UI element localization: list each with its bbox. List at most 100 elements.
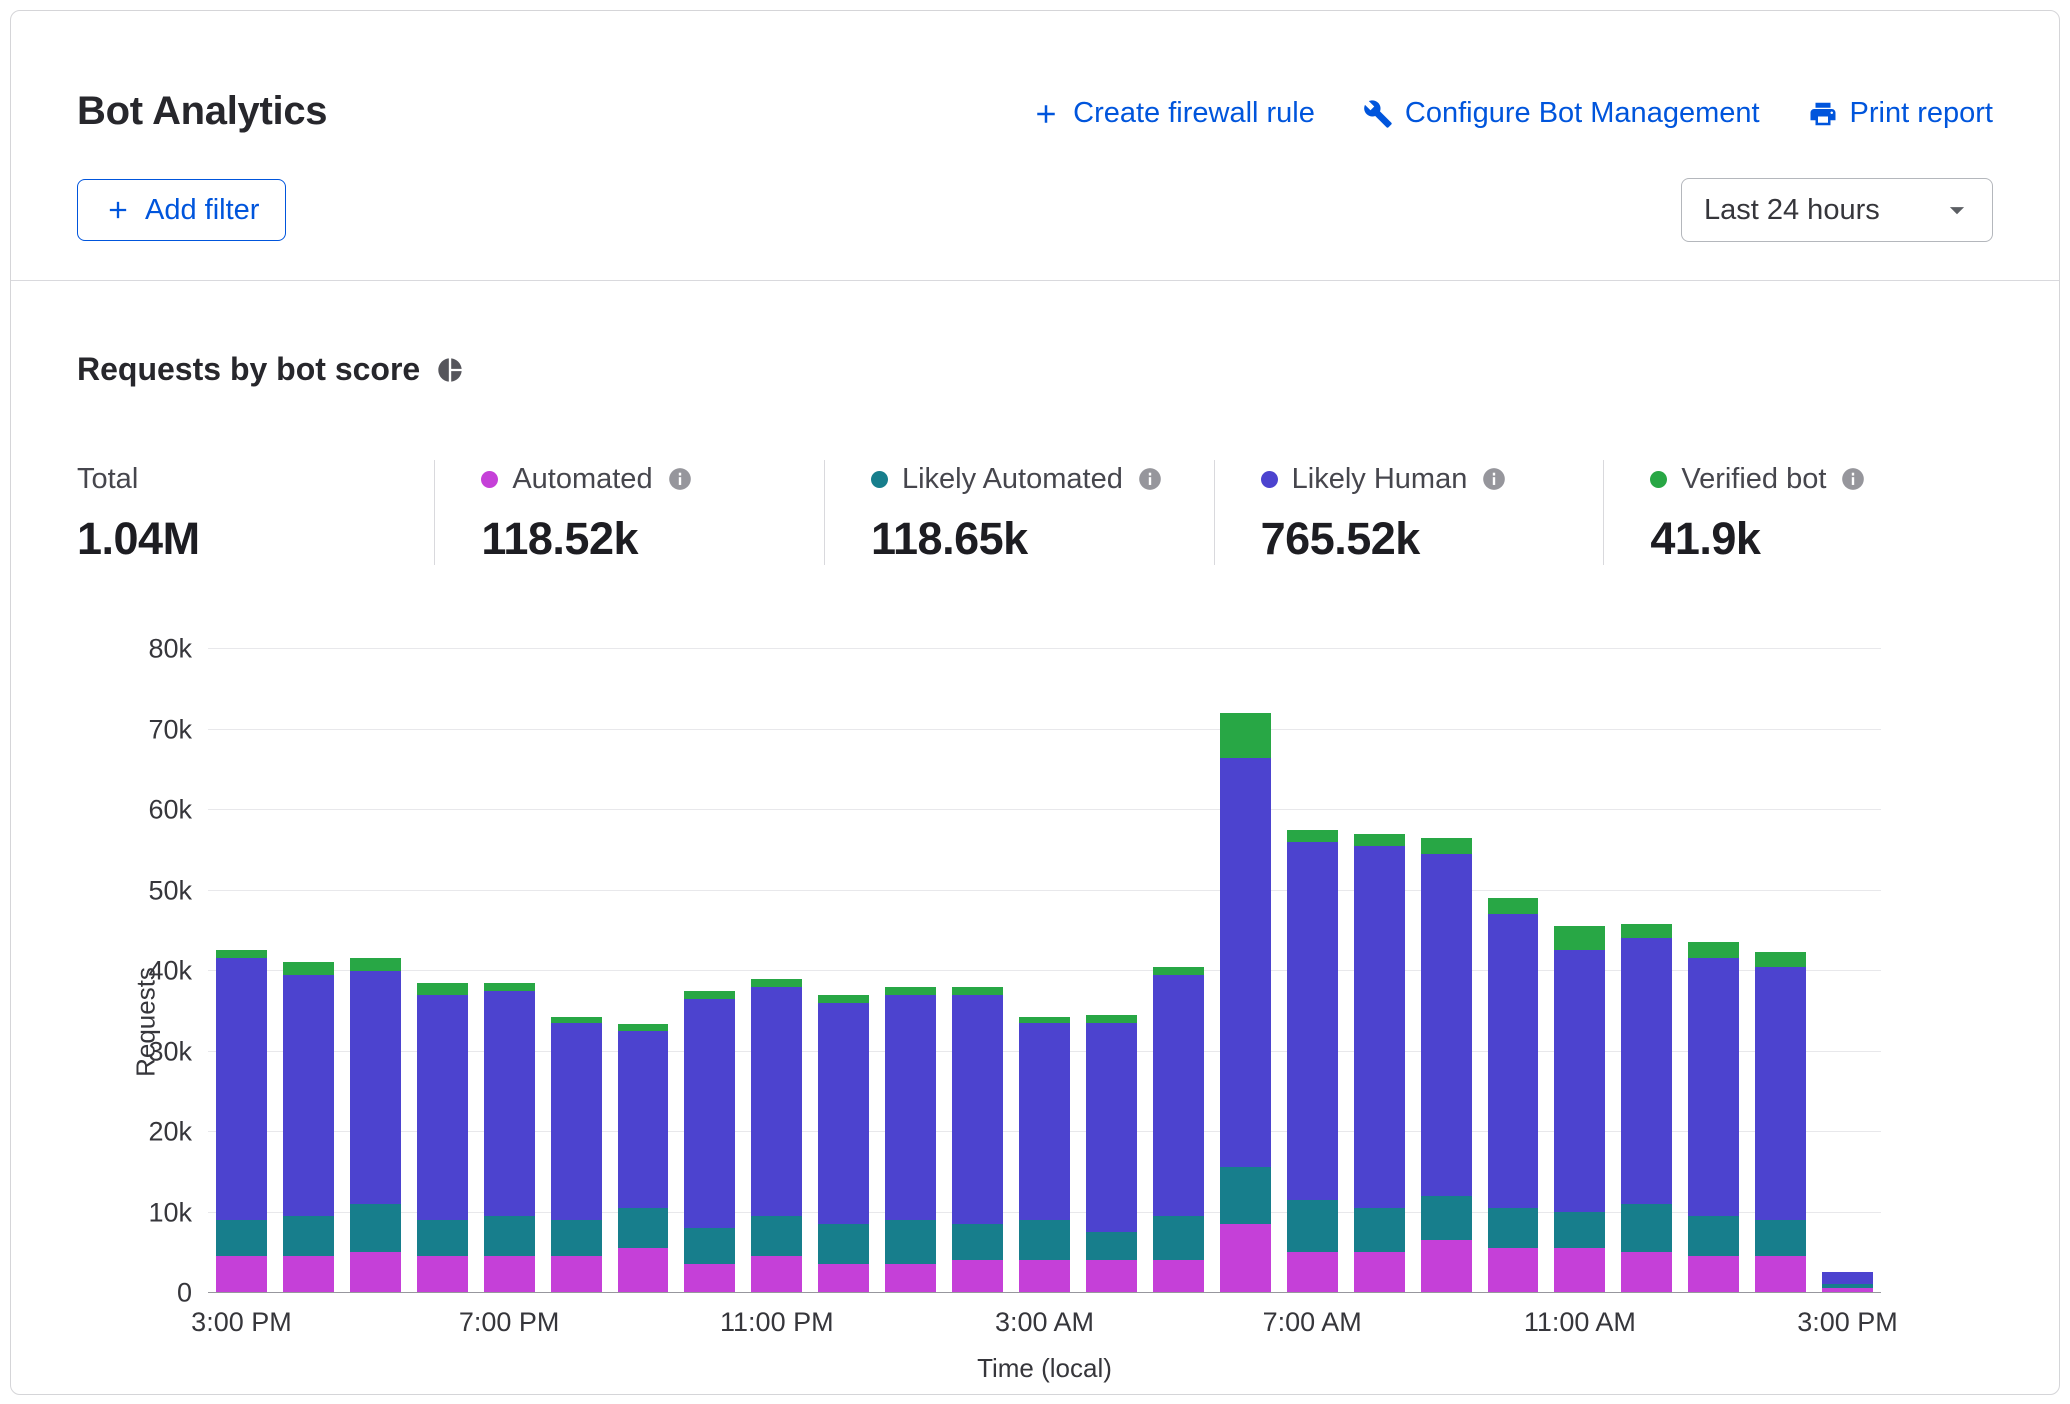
- info-icon[interactable]: [1137, 466, 1163, 492]
- info-icon[interactable]: [1840, 466, 1866, 492]
- add-filter-label: Add filter: [145, 194, 259, 227]
- stacked-bar-11[interactable]: [944, 649, 1011, 1292]
- plus-icon: [1031, 99, 1061, 129]
- stat-likely-human-value: 765.52k: [1261, 513, 1604, 565]
- stacked-bar-9[interactable]: [810, 649, 877, 1292]
- bar-segment-likely-human: [216, 958, 267, 1219]
- printer-icon: [1808, 99, 1838, 129]
- stat-total-label: Total: [77, 463, 138, 496]
- configure-bot-management-link[interactable]: Configure Bot Management: [1363, 97, 1760, 130]
- bar-segment-verified-bot: [885, 987, 936, 995]
- bar-segment-likely-automated: [551, 1220, 602, 1256]
- bar-segment-likely-automated: [952, 1224, 1003, 1260]
- info-icon[interactable]: [1481, 466, 1507, 492]
- pie-chart-icon: [436, 356, 464, 384]
- requests-by-bot-score-chart: Requests 010k20k30k40k50k60k70k80k 3:00 …: [208, 649, 1881, 1394]
- bar-segment-likely-automated: [417, 1220, 468, 1256]
- bar-segment-likely-human: [1621, 938, 1672, 1203]
- bar-segment-verified-bot: [751, 979, 802, 987]
- wrench-icon: [1363, 99, 1393, 129]
- stat-verified-bot-value: 41.9k: [1650, 513, 1993, 565]
- stacked-bar-15[interactable]: [1212, 649, 1279, 1292]
- stacked-bar-19[interactable]: [1480, 649, 1547, 1292]
- y-tick-label: 10k: [148, 1197, 192, 1228]
- bar-segment-likely-human: [1822, 1272, 1873, 1284]
- y-tick-label: 30k: [148, 1036, 192, 1067]
- y-tick-label: 0: [177, 1278, 192, 1309]
- bar-segment-verified-bot: [818, 995, 869, 1003]
- chevron-down-icon: [1940, 193, 1974, 227]
- stat-total-value: 1.04M: [77, 513, 434, 565]
- bar-segment-automated: [1287, 1252, 1338, 1292]
- y-tick-label: 50k: [148, 875, 192, 906]
- stacked-bar-20[interactable]: [1546, 649, 1613, 1292]
- stacked-bar-4[interactable]: [476, 649, 543, 1292]
- bar-segment-likely-automated: [1220, 1167, 1271, 1223]
- bars-container: [208, 649, 1881, 1292]
- bar-segment-likely-human: [1019, 1023, 1070, 1220]
- bar-segment-likely-automated: [1019, 1220, 1070, 1260]
- stacked-bar-5[interactable]: [543, 649, 610, 1292]
- x-tick-label: 3:00 AM: [995, 1307, 1094, 1338]
- stacked-bar-22[interactable]: [1680, 649, 1747, 1292]
- stat-likely-automated-label: Likely Automated: [902, 463, 1123, 496]
- stacked-bar-23[interactable]: [1747, 649, 1814, 1292]
- bar-segment-automated: [1621, 1252, 1672, 1292]
- bar-segment-likely-human: [283, 975, 334, 1216]
- stacked-bar-13[interactable]: [1078, 649, 1145, 1292]
- stacked-bar-10[interactable]: [877, 649, 944, 1292]
- add-filter-button[interactable]: Add filter: [77, 179, 286, 241]
- bar-segment-likely-human: [1287, 842, 1338, 1200]
- bar-segment-likely-human: [1755, 967, 1806, 1220]
- card-header: Bot Analytics Create firewall rule Confi…: [11, 11, 2059, 281]
- stat-total: Total 1.04M: [77, 460, 434, 565]
- bar-segment-verified-bot: [1220, 713, 1271, 757]
- x-axis-title: Time (local): [208, 1353, 1881, 1394]
- bar-segment-automated: [216, 1256, 267, 1292]
- x-tick-label: 3:00 PM: [191, 1307, 292, 1338]
- stacked-bar-18[interactable]: [1413, 649, 1480, 1292]
- stacked-bar-24[interactable]: [1814, 649, 1881, 1292]
- stacked-bar-2[interactable]: [342, 649, 409, 1292]
- stacked-bar-0[interactable]: [208, 649, 275, 1292]
- stacked-bar-1[interactable]: [275, 649, 342, 1292]
- bar-segment-likely-human: [350, 971, 401, 1204]
- stacked-bar-12[interactable]: [1011, 649, 1078, 1292]
- bar-segment-verified-bot: [684, 991, 735, 999]
- x-tick-label: 7:00 AM: [1263, 1307, 1362, 1338]
- bar-segment-likely-automated: [350, 1204, 401, 1252]
- bar-segment-likely-human: [1153, 975, 1204, 1216]
- stacked-bar-16[interactable]: [1279, 649, 1346, 1292]
- bar-segment-automated: [885, 1264, 936, 1292]
- stat-likely-human-label: Likely Human: [1292, 463, 1468, 496]
- bar-segment-automated: [1755, 1256, 1806, 1292]
- header-actions: Create firewall rule Configure Bot Manag…: [1031, 89, 1993, 130]
- bar-segment-likely-human: [751, 987, 802, 1216]
- stat-verified-bot: Verified bot 41.9k: [1603, 460, 1993, 565]
- y-tick-label: 40k: [148, 956, 192, 987]
- stacked-bar-14[interactable]: [1145, 649, 1212, 1292]
- chart-plot: 010k20k30k40k50k60k70k80k: [208, 649, 1881, 1293]
- bar-segment-automated: [952, 1260, 1003, 1292]
- plus-icon: [104, 196, 132, 224]
- bar-segment-verified-bot: [1287, 830, 1338, 842]
- y-tick-label: 20k: [148, 1117, 192, 1148]
- info-icon[interactable]: [667, 466, 693, 492]
- x-tick-label: 3:00 PM: [1797, 1307, 1898, 1338]
- bot-analytics-card: Bot Analytics Create firewall rule Confi…: [10, 10, 2060, 1395]
- bar-segment-verified-bot: [1488, 898, 1539, 914]
- stacked-bar-6[interactable]: [610, 649, 677, 1292]
- stacked-bar-21[interactable]: [1613, 649, 1680, 1292]
- stacked-bar-7[interactable]: [676, 649, 743, 1292]
- stacked-bar-3[interactable]: [409, 649, 476, 1292]
- create-firewall-rule-link[interactable]: Create firewall rule: [1031, 97, 1315, 130]
- stat-automated-value: 118.52k: [481, 513, 824, 565]
- time-range-select[interactable]: Last 24 hours: [1681, 178, 1993, 242]
- configure-bot-management-label: Configure Bot Management: [1405, 97, 1760, 130]
- bar-segment-verified-bot: [484, 983, 535, 991]
- print-report-link[interactable]: Print report: [1808, 97, 1993, 130]
- bar-segment-automated: [1220, 1224, 1271, 1292]
- stacked-bar-8[interactable]: [743, 649, 810, 1292]
- bar-segment-automated: [1354, 1252, 1405, 1292]
- stacked-bar-17[interactable]: [1346, 649, 1413, 1292]
